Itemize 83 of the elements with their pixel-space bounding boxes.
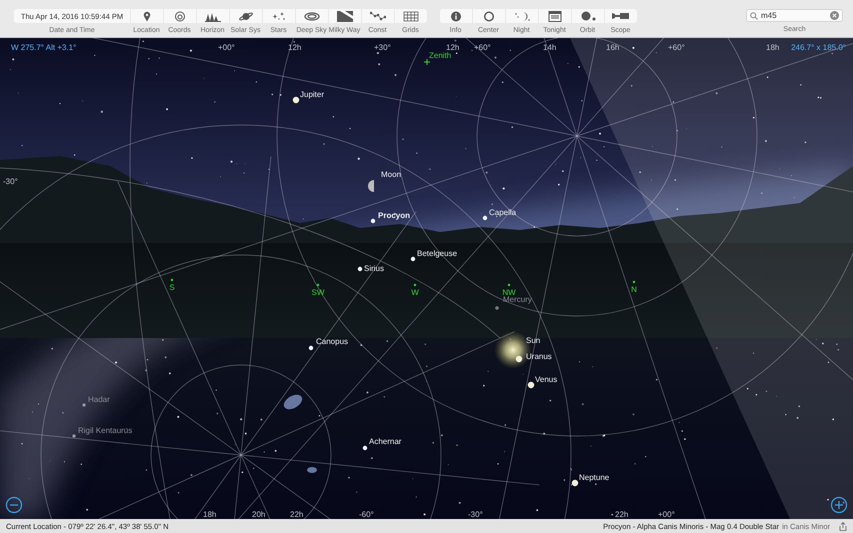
- grid-label: +30°: [374, 43, 391, 52]
- grid-label: 14h: [543, 43, 556, 52]
- compass-label: W: [411, 288, 419, 297]
- clear-icon[interactable]: [830, 11, 839, 20]
- grid-label: +00°: [218, 43, 235, 52]
- object-label[interactable]: Procyon: [378, 211, 410, 220]
- grid-icon: [402, 10, 418, 22]
- coords-button[interactable]: [164, 9, 196, 23]
- object-label[interactable]: Uranus: [526, 352, 552, 361]
- planet-icon[interactable]: [528, 382, 534, 388]
- crescent-icon: [512, 10, 530, 22]
- grid-label: 20h: [252, 510, 266, 519]
- object-label[interactable]: Achernar: [369, 437, 402, 446]
- view-direction-readout: W 275.7° Alt +3.1°: [11, 43, 76, 52]
- zenith-label: Zenith: [429, 51, 452, 60]
- grid-label: -30°: [468, 510, 483, 519]
- planet-icon[interactable]: [292, 96, 300, 104]
- horizon-button[interactable]: [196, 9, 228, 23]
- orbit-button[interactable]: [572, 9, 604, 23]
- planet-icon[interactable]: [516, 356, 522, 362]
- object-label[interactable]: Jupiter: [300, 90, 324, 99]
- location-button[interactable]: [130, 9, 162, 23]
- constellation-icon: [370, 10, 386, 22]
- stripes-icon: [336, 10, 352, 22]
- share-icon[interactable]: [839, 522, 847, 530]
- grid-label: +60°: [474, 43, 491, 52]
- object-label[interactable]: Canopus: [316, 337, 348, 346]
- compass-dot-icon: [316, 284, 320, 286]
- solar-button[interactable]: [230, 9, 262, 23]
- object-label[interactable]: Mercury: [503, 295, 532, 304]
- object-label[interactable]: Sun: [526, 336, 540, 345]
- object-label[interactable]: Neptune: [579, 473, 610, 482]
- grid-label: +60°: [668, 43, 685, 52]
- grid-label: 12h: [288, 43, 302, 52]
- compass-label: N: [631, 285, 637, 294]
- grid-label: -60°: [359, 510, 374, 519]
- stars-icon: [270, 10, 286, 22]
- galaxy-icon[interactable]: [284, 394, 302, 410]
- stars-button[interactable]: [262, 9, 294, 23]
- compass-dot-icon: [170, 278, 174, 282]
- center-button[interactable]: [472, 9, 504, 23]
- scope-button[interactable]: [604, 9, 636, 23]
- object-label[interactable]: Betelgeuse: [417, 249, 458, 258]
- grid-label: 12h: [446, 43, 460, 52]
- object-label[interactable]: Capella: [489, 208, 516, 217]
- grid-label: -30°: [3, 177, 18, 186]
- object-label[interactable]: Rigil Kentaurus: [78, 426, 132, 435]
- compass-dot-icon: [414, 284, 416, 286]
- orbit-icon: [578, 10, 596, 22]
- object-label[interactable]: Venus: [535, 375, 558, 384]
- planet-icon: [238, 10, 254, 22]
- const-button[interactable]: [362, 9, 394, 23]
- object-label[interactable]: Sirius: [364, 264, 384, 273]
- search-icon: [750, 12, 758, 20]
- planet-icon[interactable]: [572, 480, 578, 486]
- tonight-button[interactable]: [538, 9, 570, 23]
- object-label[interactable]: Moon: [381, 170, 402, 179]
- info-button[interactable]: [440, 9, 472, 23]
- grid-label: 18h: [203, 510, 216, 519]
- compass-label: S: [169, 283, 175, 292]
- compass-dot-icon: [508, 284, 510, 286]
- compass-label: SW: [312, 288, 324, 297]
- calendar-icon: [546, 10, 564, 22]
- compass-label: NW: [502, 288, 516, 297]
- zoom-in-icon[interactable]: [830, 496, 848, 514]
- galaxy-icon: [304, 10, 320, 22]
- zenith-marker-icon: [424, 58, 430, 66]
- object-label[interactable]: Hadar: [88, 395, 110, 404]
- compass-dot-icon: [632, 280, 636, 284]
- grid-label: +00°: [658, 510, 675, 519]
- zoom-out-icon[interactable]: [6, 496, 22, 514]
- grids-button[interactable]: [394, 9, 426, 23]
- moon-icon[interactable]: [368, 180, 374, 192]
- milkyway-button[interactable]: [328, 9, 360, 23]
- grid-label: 22h: [290, 510, 304, 519]
- deepsky-button[interactable]: [296, 9, 328, 23]
- search-field[interactable]: m45: [746, 9, 843, 22]
- grid-label: 18h: [766, 43, 780, 52]
- grid-label: 16h: [606, 43, 620, 52]
- galaxy-icon[interactable]: [307, 467, 317, 473]
- grid-label: 22h: [615, 510, 628, 519]
- field-of-view-readout: 246.7° x 185.0°: [791, 43, 846, 52]
- telescope-icon: [612, 10, 630, 22]
